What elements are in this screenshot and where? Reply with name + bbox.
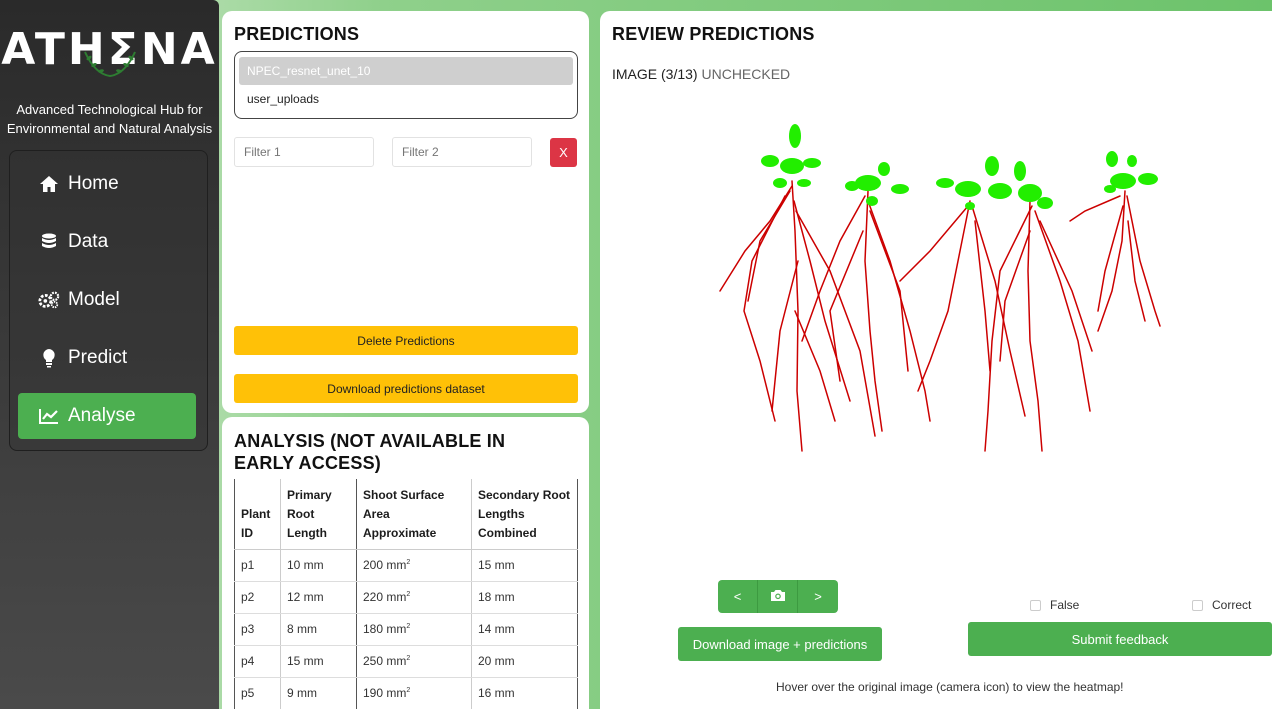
table-row: p2 12 mm 220 mm2 18 mm (234, 581, 578, 614)
filter-2-input[interactable] (392, 137, 532, 167)
shoot-value: 180 mm (363, 622, 407, 636)
nav-item-model[interactable]: Model (18, 277, 196, 323)
checkbox-label: False (1050, 598, 1080, 612)
shoot-value: 220 mm (363, 590, 407, 604)
next-image-button[interactable]: > (798, 580, 838, 613)
table-row: p4 15 mm 250 mm2 20 mm (234, 645, 578, 678)
cell-plant-id: p1 (234, 549, 281, 582)
analysis-panel: ANALYSIS (NOT AVAILABLE IN EARLY ACCESS)… (222, 417, 589, 709)
analysis-title-line: EARLY ACCESS) (234, 453, 381, 473)
unit-sup: 2 (406, 655, 411, 662)
clear-filters-button[interactable]: X (550, 138, 577, 167)
prediction-image[interactable] (700, 111, 1180, 531)
analysis-title: ANALYSIS (NOT AVAILABLE IN EARLY ACCESS) (234, 430, 505, 474)
submit-feedback-button[interactable]: Submit feedback (968, 622, 1272, 656)
sidebar: ATHΣNA Advanced Technological Hub for En… (0, 0, 219, 709)
nav-label: Predict (68, 347, 128, 368)
heatmap-hint: Hover over the original image (camera ic… (776, 680, 1124, 694)
column-header: Shoot Surface Area Approximate (356, 479, 472, 550)
review-status: UNCHECKED (701, 66, 791, 82)
gears-icon (38, 291, 60, 309)
unit-sup: 2 (406, 591, 411, 598)
shoot-value: 250 mm (363, 654, 407, 668)
cell-primary-root: 10 mm (280, 549, 357, 582)
table-header-row: Plant ID Primary Root Length Shoot Surfa… (234, 479, 578, 550)
predictions-title: PREDICTIONS (234, 24, 360, 44)
table-row: p1 10 mm 200 mm2 15 mm (234, 549, 578, 582)
cell-primary-root: 12 mm (280, 581, 357, 614)
nav-item-predict[interactable]: Predict (18, 335, 196, 381)
download-image-predictions-button[interactable]: Download image + predictions (678, 627, 882, 661)
cell-shoot-area: 220 mm2 (356, 581, 472, 614)
analysis-table-wrap[interactable]: Plant ID Primary Root Length Shoot Surfa… (234, 479, 578, 709)
cell-plant-id: p3 (234, 613, 281, 646)
laurel-icon (84, 51, 136, 78)
nav-label: Model (68, 289, 120, 310)
nav-label: Home (68, 173, 119, 194)
main-nav: Home Data Model Predict Analyse (9, 150, 208, 451)
delete-predictions-button[interactable]: Delete Predictions (234, 326, 578, 355)
review-panel: REVIEW PREDICTIONS IMAGE (3/13) UNCHECKE… (600, 11, 1272, 709)
checkbox-label: Correct (1212, 598, 1252, 612)
review-title: REVIEW PREDICTIONS (612, 24, 815, 44)
lightbulb-icon (38, 348, 60, 368)
unit-sup: 2 (406, 623, 411, 630)
cell-plant-id: p4 (234, 645, 281, 678)
cell-primary-root: 9 mm (280, 677, 357, 709)
correct-checkbox[interactable]: Correct (1192, 598, 1251, 612)
cell-plant-id: p5 (234, 677, 281, 709)
cell-secondary-root: 14 mm (471, 613, 578, 646)
chart-line-icon (38, 408, 60, 424)
column-header: Secondary Root Lengths Combined (471, 479, 578, 550)
tagline-line: Advanced Technological Hub for (16, 102, 203, 117)
previous-image-button[interactable]: < (718, 580, 758, 613)
cell-shoot-area: 180 mm2 (356, 613, 472, 646)
image-counter: IMAGE (3/13) UNCHECKED (612, 66, 790, 82)
cell-shoot-area: 190 mm2 (356, 677, 472, 709)
nav-item-analyse[interactable]: Analyse (18, 393, 196, 439)
predictions-panel: PREDICTIONS NPEC_resnet_unet_10 user_upl… (222, 11, 589, 413)
home-icon (38, 175, 60, 193)
tagline-line: Environmental and Natural Analysis (6, 121, 213, 136)
analysis-title-line: ANALYSIS (NOT AVAILABLE IN (234, 431, 506, 451)
cell-secondary-root: 16 mm (471, 677, 578, 709)
download-predictions-dataset-button[interactable]: Download predictions dataset (234, 374, 578, 403)
cell-shoot-area: 200 mm2 (356, 549, 472, 582)
nav-item-data[interactable]: Data (18, 219, 196, 265)
table-row: p5 9 mm 190 mm2 16 mm (234, 677, 578, 709)
list-option[interactable]: user_uploads (239, 85, 573, 113)
checkbox-box[interactable] (1192, 599, 1203, 611)
shoot-value: 190 mm (363, 686, 407, 700)
unit-sup: 2 (406, 687, 411, 694)
cell-shoot-area: 250 mm2 (356, 645, 472, 678)
analysis-table: Plant ID Primary Root Length Shoot Surfa… (234, 479, 578, 709)
nav-label: Analyse (68, 405, 136, 426)
cell-secondary-root: 15 mm (471, 549, 578, 582)
false-checkbox[interactable]: False (1030, 598, 1079, 612)
checkbox-box[interactable] (1030, 599, 1041, 611)
nav-label: Data (68, 231, 109, 252)
column-header: Primary Root Length (280, 479, 357, 550)
table-row: p3 8 mm 180 mm2 14 mm (234, 613, 578, 646)
cell-secondary-root: 18 mm (471, 581, 578, 614)
nav-item-home[interactable]: Home (18, 161, 196, 207)
column-header: Plant ID (234, 479, 281, 550)
camera-icon (770, 589, 785, 601)
cell-secondary-root: 20 mm (471, 645, 578, 678)
list-option[interactable]: NPEC_resnet_unet_10 (239, 57, 573, 85)
database-icon (38, 233, 60, 251)
predictions-listbox[interactable]: NPEC_resnet_unet_10 user_uploads (234, 51, 578, 119)
image-navigation: < > (718, 580, 838, 613)
cell-primary-root: 8 mm (280, 613, 357, 646)
cell-plant-id: p2 (234, 581, 281, 614)
filter-1-input[interactable] (234, 137, 374, 167)
shoot-value: 200 mm (363, 558, 407, 572)
shoots-overlay (761, 124, 1158, 210)
image-index: IMAGE (3/13) (612, 66, 698, 82)
roots-overlay (719, 180, 1161, 452)
unit-sup: 2 (406, 559, 411, 566)
tagline: Advanced Technological Hub for Environme… (0, 100, 219, 138)
cell-primary-root: 15 mm (280, 645, 357, 678)
camera-heatmap-button[interactable] (758, 580, 798, 613)
